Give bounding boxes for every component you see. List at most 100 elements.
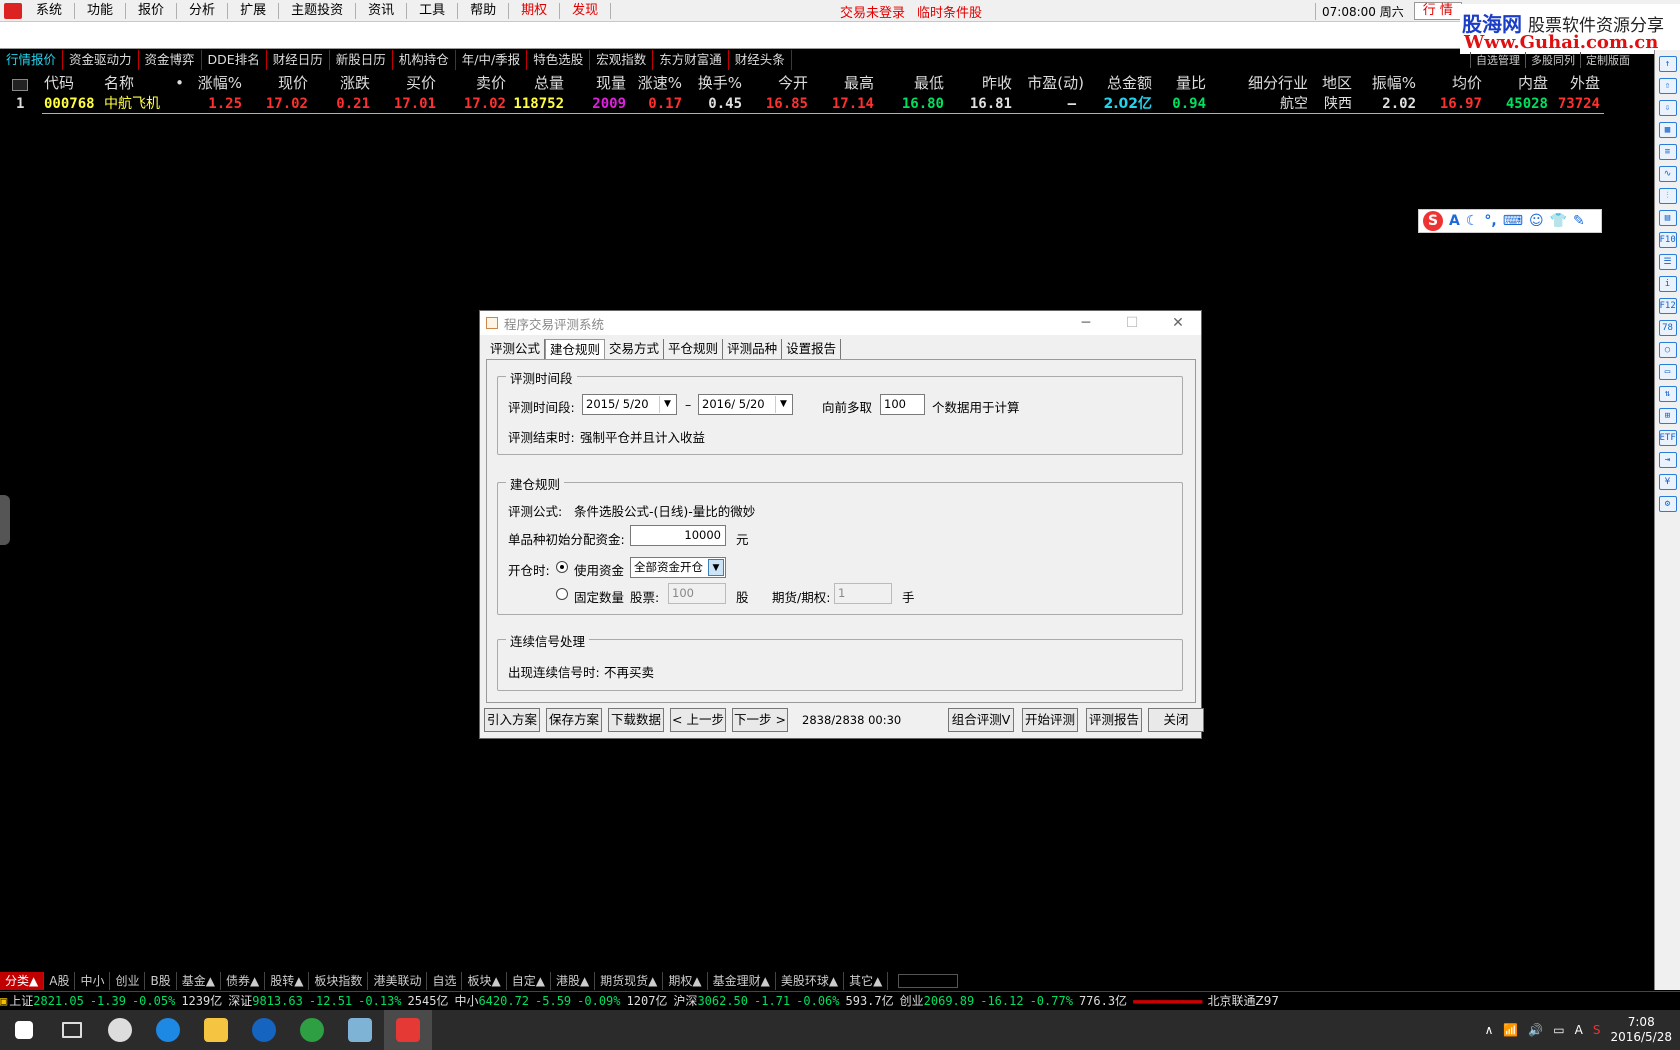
col-region[interactable]: 地区 (1316, 72, 1352, 94)
tab-fund-finance[interactable]: 基金理财▲ (708, 972, 776, 990)
col-low[interactable]: 最低 (898, 72, 944, 94)
lookback-input[interactable]: 100 (880, 394, 925, 415)
login-icon[interactable]: ⇥ (1658, 452, 1677, 468)
combo-eval-button[interactable]: 组合评测V (948, 708, 1014, 732)
server-status[interactable]: 北京联通Z97 (1208, 992, 1280, 1009)
grid-icon[interactable]: ⊞ (1658, 408, 1677, 424)
prev-step-button[interactable]: < 上一步 (670, 708, 726, 732)
up-arrow-icon[interactable]: ↑ (1658, 56, 1677, 72)
col-price[interactable]: 现价 (262, 72, 308, 94)
col-prev-close[interactable]: 昨收 (966, 72, 1012, 94)
col-dot[interactable]: • (172, 72, 184, 94)
green-app-icon[interactable] (288, 1010, 336, 1050)
menu-quote[interactable]: 报价 (128, 0, 174, 22)
task-view-icon[interactable] (48, 1010, 96, 1050)
quote-icon[interactable]: ▦ (1658, 122, 1677, 138)
page-down-icon[interactable]: ⇩ (1658, 100, 1677, 116)
menu-theme-invest[interactable]: 主题投资 (281, 0, 353, 22)
user-icon[interactable]: ☺ (1529, 213, 1544, 229)
menu-function[interactable]: 功能 (77, 0, 123, 22)
etf-icon[interactable]: ETF (1658, 430, 1677, 446)
tab-quotes[interactable]: 行情报价 (0, 50, 64, 70)
settings-wrench-icon[interactable]: ✎ (1573, 213, 1585, 229)
use-capital-radio[interactable] (556, 561, 568, 573)
level2-icon[interactable]: 78 (1658, 320, 1677, 336)
col-speed[interactable]: 涨速% (632, 72, 682, 94)
tab-macro-index[interactable]: 宏观指数 (590, 50, 654, 70)
tab-eval-formula[interactable]: 评测公式 (486, 339, 546, 359)
col-bid[interactable]: 买价 (390, 72, 436, 94)
keyboard-icon[interactable]: ⌨ (1503, 213, 1523, 229)
col-open[interactable]: 今开 (762, 72, 808, 94)
wallet-icon[interactable]: ¥ (1658, 474, 1677, 490)
taskbar-clock[interactable]: 7:08 2016/5/28 (1610, 1015, 1672, 1045)
menu-news[interactable]: 资讯 (358, 0, 404, 22)
close-button[interactable]: 关闭 (1148, 708, 1204, 732)
zx-label[interactable]: 中小 (454, 992, 478, 1009)
col-outer[interactable]: 外盘 (1556, 72, 1600, 94)
maximize-icon[interactable]: ☐ (1109, 311, 1155, 335)
tab-hk-us-link[interactable]: 港美联动 (368, 972, 428, 990)
tab-category[interactable]: 分类▲ (0, 972, 45, 990)
windows-start-icon[interactable] (0, 1010, 48, 1050)
tab-reports[interactable]: 年/中/季报 (456, 50, 528, 70)
moon-icon[interactable]: ☾ (1466, 213, 1479, 229)
futures-qty-input[interactable]: 1 (834, 583, 892, 604)
tab-eastmoney[interactable]: 东方财富通 (653, 50, 729, 70)
col-code[interactable]: 代码 (44, 72, 78, 94)
cy-label[interactable]: 创业 (900, 992, 924, 1009)
table-row[interactable]: 1 000768 中航飞机 1.25 17.02 0.21 17.01 17.0… (0, 94, 1650, 114)
tab-finance-calendar[interactable]: 财经日历 (267, 50, 330, 70)
col-change[interactable]: 涨跌 (324, 72, 370, 94)
tab-ipo-calendar[interactable]: 新股日历 (330, 50, 393, 70)
fixed-qty-radio[interactable] (556, 588, 568, 600)
sz-label[interactable]: 深证 (228, 992, 252, 1009)
tab-sme[interactable]: 中小 (75, 972, 111, 990)
punctuation-icon[interactable]: °, (1484, 213, 1496, 229)
menu-options[interactable]: 期权 (511, 0, 557, 22)
volume-icon[interactable]: 🔊 (1528, 1023, 1543, 1037)
command-input[interactable] (0, 22, 1460, 49)
end-date-picker[interactable]: 2016/ 5/20 ▼ (698, 394, 793, 415)
tab-capital-game[interactable]: 资金博弈 (139, 50, 202, 70)
k-app-icon[interactable] (240, 1010, 288, 1050)
save-plan-button[interactable]: 保存方案 (546, 708, 602, 732)
download-data-button[interactable]: 下载数据 (608, 708, 664, 732)
app-logo-icon[interactable] (4, 2, 22, 19)
eval-report-button[interactable]: 评测报告 (1086, 708, 1142, 732)
tab-position-rules[interactable]: 建仓规则 (545, 339, 606, 359)
menu-tools[interactable]: 工具 (409, 0, 455, 22)
tab-us-global[interactable]: 美股环球▲ (776, 972, 845, 990)
sogou-tray-icon[interactable]: S (1593, 1023, 1601, 1037)
temp-condition-stock[interactable]: 临时条件股 (917, 2, 982, 21)
tab-other[interactable]: 其它▲ (844, 972, 889, 990)
chevron-down-icon[interactable]: ▼ (708, 559, 724, 576)
tab-institution-holdings[interactable]: 机构持仓 (393, 50, 456, 70)
capital-mode-select[interactable]: 全部资金开仓 ▼ (630, 557, 726, 578)
tab-sector-index[interactable]: 板块指数 (309, 972, 369, 990)
start-date-picker[interactable]: 2015/ 5/20 ▼ (582, 394, 677, 415)
trade-login-status[interactable]: 交易未登录 (840, 2, 905, 21)
minimize-icon[interactable]: ─ (1063, 311, 1109, 335)
next-step-button[interactable]: 下一步 > (732, 708, 788, 732)
detail-icon[interactable]: ▤ (1658, 210, 1677, 226)
list-icon[interactable]: ≡ (1658, 144, 1677, 160)
tab-fund[interactable]: 基金▲ (177, 972, 221, 990)
col-ask[interactable]: 卖价 (460, 72, 506, 94)
tab-trade-mode[interactable]: 交易方式 (605, 339, 665, 359)
tab-capital-driver[interactable]: 资金驱动力 (63, 50, 139, 70)
start-eval-button[interactable]: 开始评测 (1022, 708, 1078, 732)
col-high[interactable]: 最高 (828, 72, 874, 94)
col-name[interactable]: 名称 (104, 72, 144, 94)
chevron-down-icon[interactable]: ▼ (659, 396, 675, 413)
sh-label[interactable]: 上证 (9, 992, 33, 1009)
pinwheel-app-icon[interactable] (96, 1010, 144, 1050)
tab-watchlist-manage[interactable]: 自选管理 (1470, 52, 1525, 68)
left-panel-handle[interactable] (0, 495, 10, 545)
tab-a-share[interactable]: A股 (44, 972, 76, 990)
ime-indicator[interactable]: A (1575, 1023, 1583, 1037)
menu-extend[interactable]: 扩展 (230, 0, 276, 22)
chevron-down-icon[interactable]: ▼ (775, 396, 791, 413)
col-turnover[interactable]: 换手% (692, 72, 742, 94)
col-cur-volume[interactable]: 现量 (580, 72, 626, 94)
